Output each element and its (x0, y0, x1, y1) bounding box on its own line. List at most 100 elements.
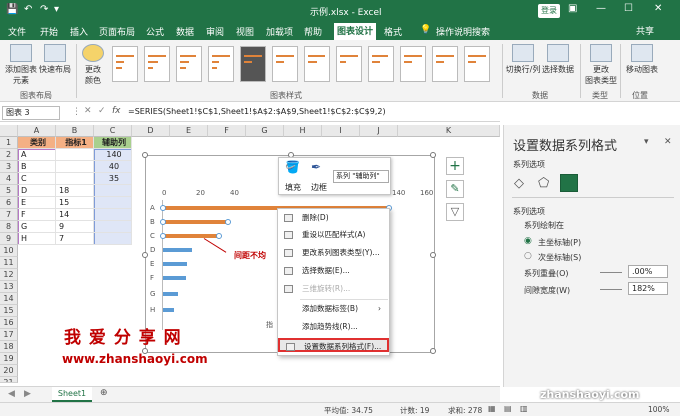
secondary-axis-radio[interactable]: ○ (524, 251, 532, 261)
chart-style-5[interactable] (240, 46, 266, 82)
row-header[interactable]: 5 (0, 185, 18, 197)
tab-format[interactable]: 格式 (384, 25, 402, 38)
bar-C[interactable] (163, 234, 220, 238)
series-select-dropdown[interactable]: 系列 "辅助列" (333, 170, 389, 183)
column-header[interactable]: A (18, 125, 56, 137)
save-icon[interactable]: 💾 (6, 4, 18, 15)
fx-button[interactable]: fx (112, 106, 121, 116)
legend[interactable]: 指 (266, 320, 273, 330)
table-cell[interactable] (94, 233, 132, 245)
row-header[interactable]: 9 (0, 233, 18, 245)
table-cell[interactable]: 35 (94, 173, 132, 185)
point-handle[interactable] (160, 219, 166, 225)
bar-E[interactable] (163, 262, 188, 266)
chart-style-9[interactable] (368, 46, 394, 82)
customize-qat-icon[interactable]: ▾ (54, 4, 59, 15)
page-layout-view-icon[interactable]: ▤ (504, 404, 512, 413)
row-header[interactable]: 4 (0, 173, 18, 185)
table-cell[interactable] (56, 173, 94, 185)
bar-F[interactable] (163, 276, 186, 280)
add-chart-element-button[interactable]: 添加图表 元素 (4, 44, 38, 86)
table-cell[interactable]: 9 (56, 221, 94, 233)
sheet-tab[interactable]: Sheet1 (52, 387, 92, 402)
switch-row-column-button[interactable]: 切换行/列 (505, 44, 541, 75)
table-cell[interactable]: 18 (56, 185, 94, 197)
table-cell[interactable]: C (18, 173, 56, 185)
bar-H[interactable] (163, 308, 175, 312)
chart-style-2[interactable] (144, 46, 170, 82)
menu-item-add-trendline[interactable]: 添加趋势线(R)... (278, 320, 389, 334)
resize-handle[interactable] (430, 252, 436, 258)
table-cell[interactable]: 14 (56, 209, 94, 221)
ribbon-display-icon[interactable]: ▣ (568, 3, 577, 14)
chart-style-11[interactable] (432, 46, 458, 82)
close-button[interactable]: ✕ (654, 3, 662, 14)
table-cell[interactable]: 140 (94, 149, 132, 161)
tab-view[interactable]: 视图 (236, 25, 254, 38)
chart-style-10[interactable] (400, 46, 426, 82)
menu-item-format-data-series[interactable]: 设置数据系列格式(F)... (278, 338, 389, 352)
tab-insert[interactable]: 插入 (70, 25, 88, 38)
gap-width-slider[interactable] (600, 289, 622, 290)
chart-style-8[interactable] (336, 46, 362, 82)
overlap-slider[interactable] (600, 272, 622, 273)
menu-item-add-data-labels[interactable]: 添加数据标签(B) › (278, 302, 389, 316)
name-box[interactable]: 图表 3 (2, 106, 60, 120)
table-cell[interactable]: D (18, 185, 56, 197)
column-header[interactable]: J (360, 125, 398, 137)
change-chart-type-button[interactable]: 更改 图表类型 (584, 44, 618, 86)
row-header[interactable]: 12 (0, 269, 18, 281)
tab-data[interactable]: 数据 (176, 25, 194, 38)
column-header[interactable]: B (56, 125, 94, 137)
table-cell[interactable] (94, 221, 132, 233)
undo-icon[interactable]: ↶ (24, 4, 32, 15)
row-header[interactable]: 11 (0, 257, 18, 269)
tab-file[interactable]: 文件 (8, 25, 26, 38)
row-header[interactable]: 2 (0, 149, 18, 161)
login-button[interactable]: 登录 (538, 4, 560, 18)
row-header[interactable]: 8 (0, 221, 18, 233)
point-handle[interactable] (216, 233, 223, 239)
tab-formulas[interactable]: 公式 (146, 25, 164, 38)
pane-options-icon[interactable]: ▾ (644, 137, 649, 147)
column-header[interactable]: H (284, 125, 322, 137)
tab-chart-design[interactable]: 图表设计 (334, 23, 377, 40)
point-handle[interactable] (224, 219, 231, 225)
select-all-corner[interactable] (0, 125, 18, 137)
table-cell[interactable]: H (18, 233, 56, 245)
change-colors-button[interactable]: 更改 颜色 (80, 44, 106, 86)
table-cell[interactable] (94, 197, 132, 209)
redo-icon[interactable]: ↷ (40, 4, 48, 15)
resize-handle[interactable] (142, 152, 148, 158)
row-header[interactable]: 17 (0, 329, 18, 341)
row-header[interactable]: 14 (0, 293, 18, 305)
table-cell[interactable] (56, 161, 94, 173)
effects-icon[interactable]: ⬠ (538, 176, 549, 191)
row-header[interactable]: 16 (0, 317, 18, 329)
row-header[interactable]: 10 (0, 245, 18, 257)
point-handle[interactable] (160, 233, 166, 239)
series-options-dropdown[interactable]: 系列选项 (513, 159, 545, 170)
table-cell[interactable]: A (18, 149, 56, 161)
row-header[interactable]: 3 (0, 161, 18, 173)
fill-button[interactable]: 填充 (285, 182, 301, 193)
column-header[interactable]: I (322, 125, 360, 137)
column-header[interactable]: E (170, 125, 208, 137)
bar-G[interactable] (163, 292, 178, 296)
menu-item-delete[interactable]: 删除(D) (278, 211, 389, 225)
table-cell[interactable]: 40 (94, 161, 132, 173)
bar-D[interactable] (163, 248, 193, 252)
cell-header[interactable]: 指标1 (56, 137, 94, 149)
fill-bucket-icon[interactable]: 🪣 (285, 160, 300, 174)
quick-layout-button[interactable]: 快速布局 (38, 44, 72, 75)
resize-handle[interactable] (142, 252, 148, 258)
column-header[interactable]: K (398, 125, 500, 137)
table-cell[interactable]: 7 (56, 233, 94, 245)
row-header[interactable]: 7 (0, 209, 18, 221)
share-button[interactable]: 共享 (636, 24, 654, 37)
add-sheet-icon[interactable]: ⊕ (100, 388, 108, 398)
row-header[interactable]: 13 (0, 281, 18, 293)
chart-elements-button[interactable]: + (446, 157, 464, 175)
fill-line-icon[interactable]: ◇ (514, 176, 524, 191)
chart-style-12[interactable] (464, 46, 490, 82)
